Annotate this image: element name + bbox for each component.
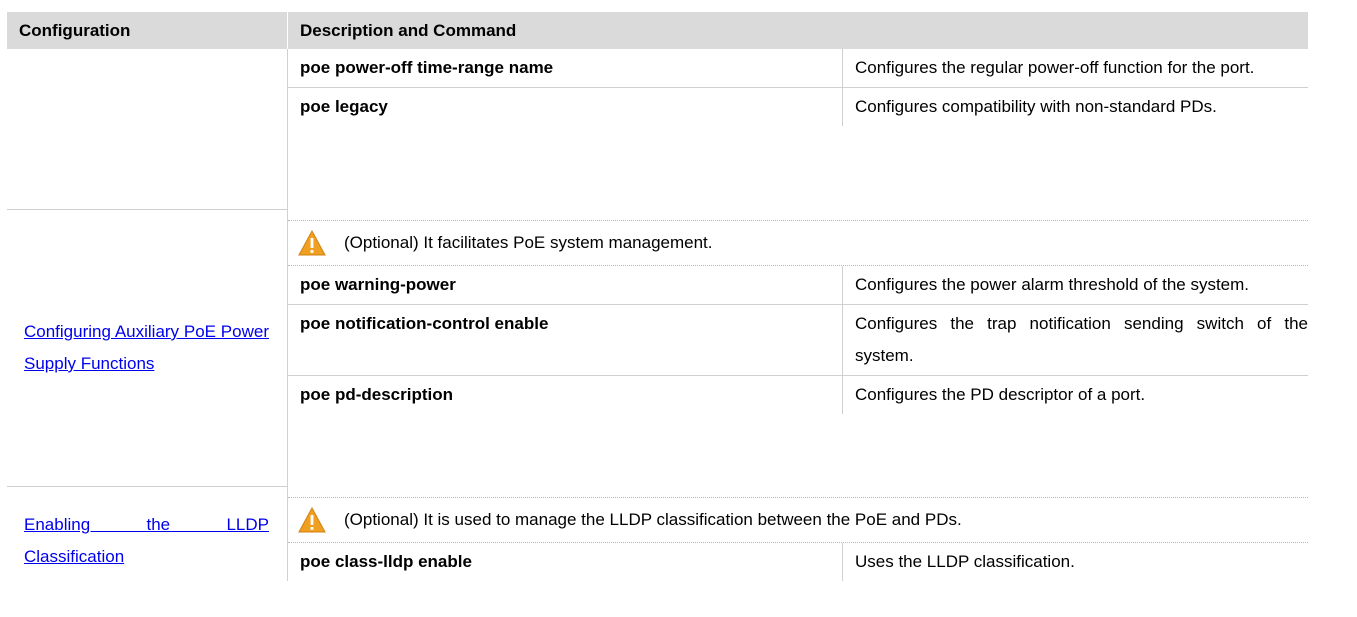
header-description: Description and Command — [287, 12, 1308, 49]
command-list: poe class-lldp enable Uses the LLDP clas… — [288, 542, 1308, 581]
warning-icon — [298, 506, 326, 533]
command-description: Configures the PD descriptor of a port. — [842, 374, 1308, 414]
commands-cell: poe power-off time-range name Configures… — [288, 49, 1308, 210]
optional-note: (Optional) It is used to manage the LLDP… — [288, 496, 1308, 543]
command-name: poe warning-power — [288, 265, 843, 304]
command-description: Configures the regular power-off functio… — [855, 58, 1255, 77]
configuration-cell-empty — [7, 49, 288, 210]
config-table-page: Configuration Description and Command po… — [7, 12, 1308, 581]
command-name: poe notification-control enable — [288, 303, 843, 375]
optional-note: (Optional) It facilitates PoE system man… — [288, 219, 1308, 266]
configuration-cell: Enabling the LLDP Classification — [7, 486, 288, 581]
command-description: Configures the power alarm threshold of … — [855, 274, 1250, 294]
table-header-row: Configuration Description and Command — [7, 12, 1308, 49]
header-configuration: Configuration — [7, 12, 288, 49]
command-row: poe power-off time-range name Configures… — [288, 49, 1308, 88]
command-description: Uses the LLDP classification. — [855, 551, 1075, 571]
command-description: Configures compatibility with non-standa… — [842, 87, 1308, 126]
configuring-auxiliary-poe-link[interactable]: Configuring Auxiliary PoE Power Supply F… — [7, 316, 269, 380]
command-row: poe pd-description Configures the PD des… — [288, 374, 1308, 414]
command-row: poe legacy Configures compatibility with… — [288, 87, 1308, 126]
commands-cell: (Optional) It facilitates PoE system man… — [288, 210, 1308, 487]
table-row: poe power-off time-range name Configures… — [7, 49, 1308, 210]
enabling-lldp-classification-link[interactable]: Enabling the LLDP Classification — [7, 509, 269, 573]
command-row: poe class-lldp enable Uses the LLDP clas… — [288, 542, 1308, 581]
command-description: Configures the trap notification sending… — [842, 303, 1308, 375]
warning-icon — [298, 229, 326, 256]
command-name: poe power-off time-range name — [288, 49, 843, 88]
table-row: Enabling the LLDP Classification (Option… — [7, 486, 1308, 581]
command-row: poe notification-control enable Configur… — [288, 303, 1308, 375]
command-name: poe legacy — [288, 87, 843, 126]
command-list: poe warning-power Configures the power a… — [288, 265, 1308, 414]
table-row: Configuring Auxiliary PoE Power Supply F… — [7, 209, 1308, 487]
configuration-cell: Configuring Auxiliary PoE Power Supply F… — [7, 209, 288, 487]
command-row: poe warning-power Configures the power a… — [288, 265, 1308, 304]
command-name: poe pd-description — [288, 374, 843, 414]
command-name: poe class-lldp enable — [288, 542, 843, 581]
commands-cell: (Optional) It is used to manage the LLDP… — [288, 487, 1308, 581]
configuration-table: Configuration Description and Command po… — [7, 12, 1308, 581]
command-list: poe power-off time-range name Configures… — [288, 49, 1308, 126]
note-text: (Optional) It facilitates PoE system man… — [344, 232, 713, 252]
note-text: (Optional) It is used to manage the LLDP… — [344, 509, 962, 529]
